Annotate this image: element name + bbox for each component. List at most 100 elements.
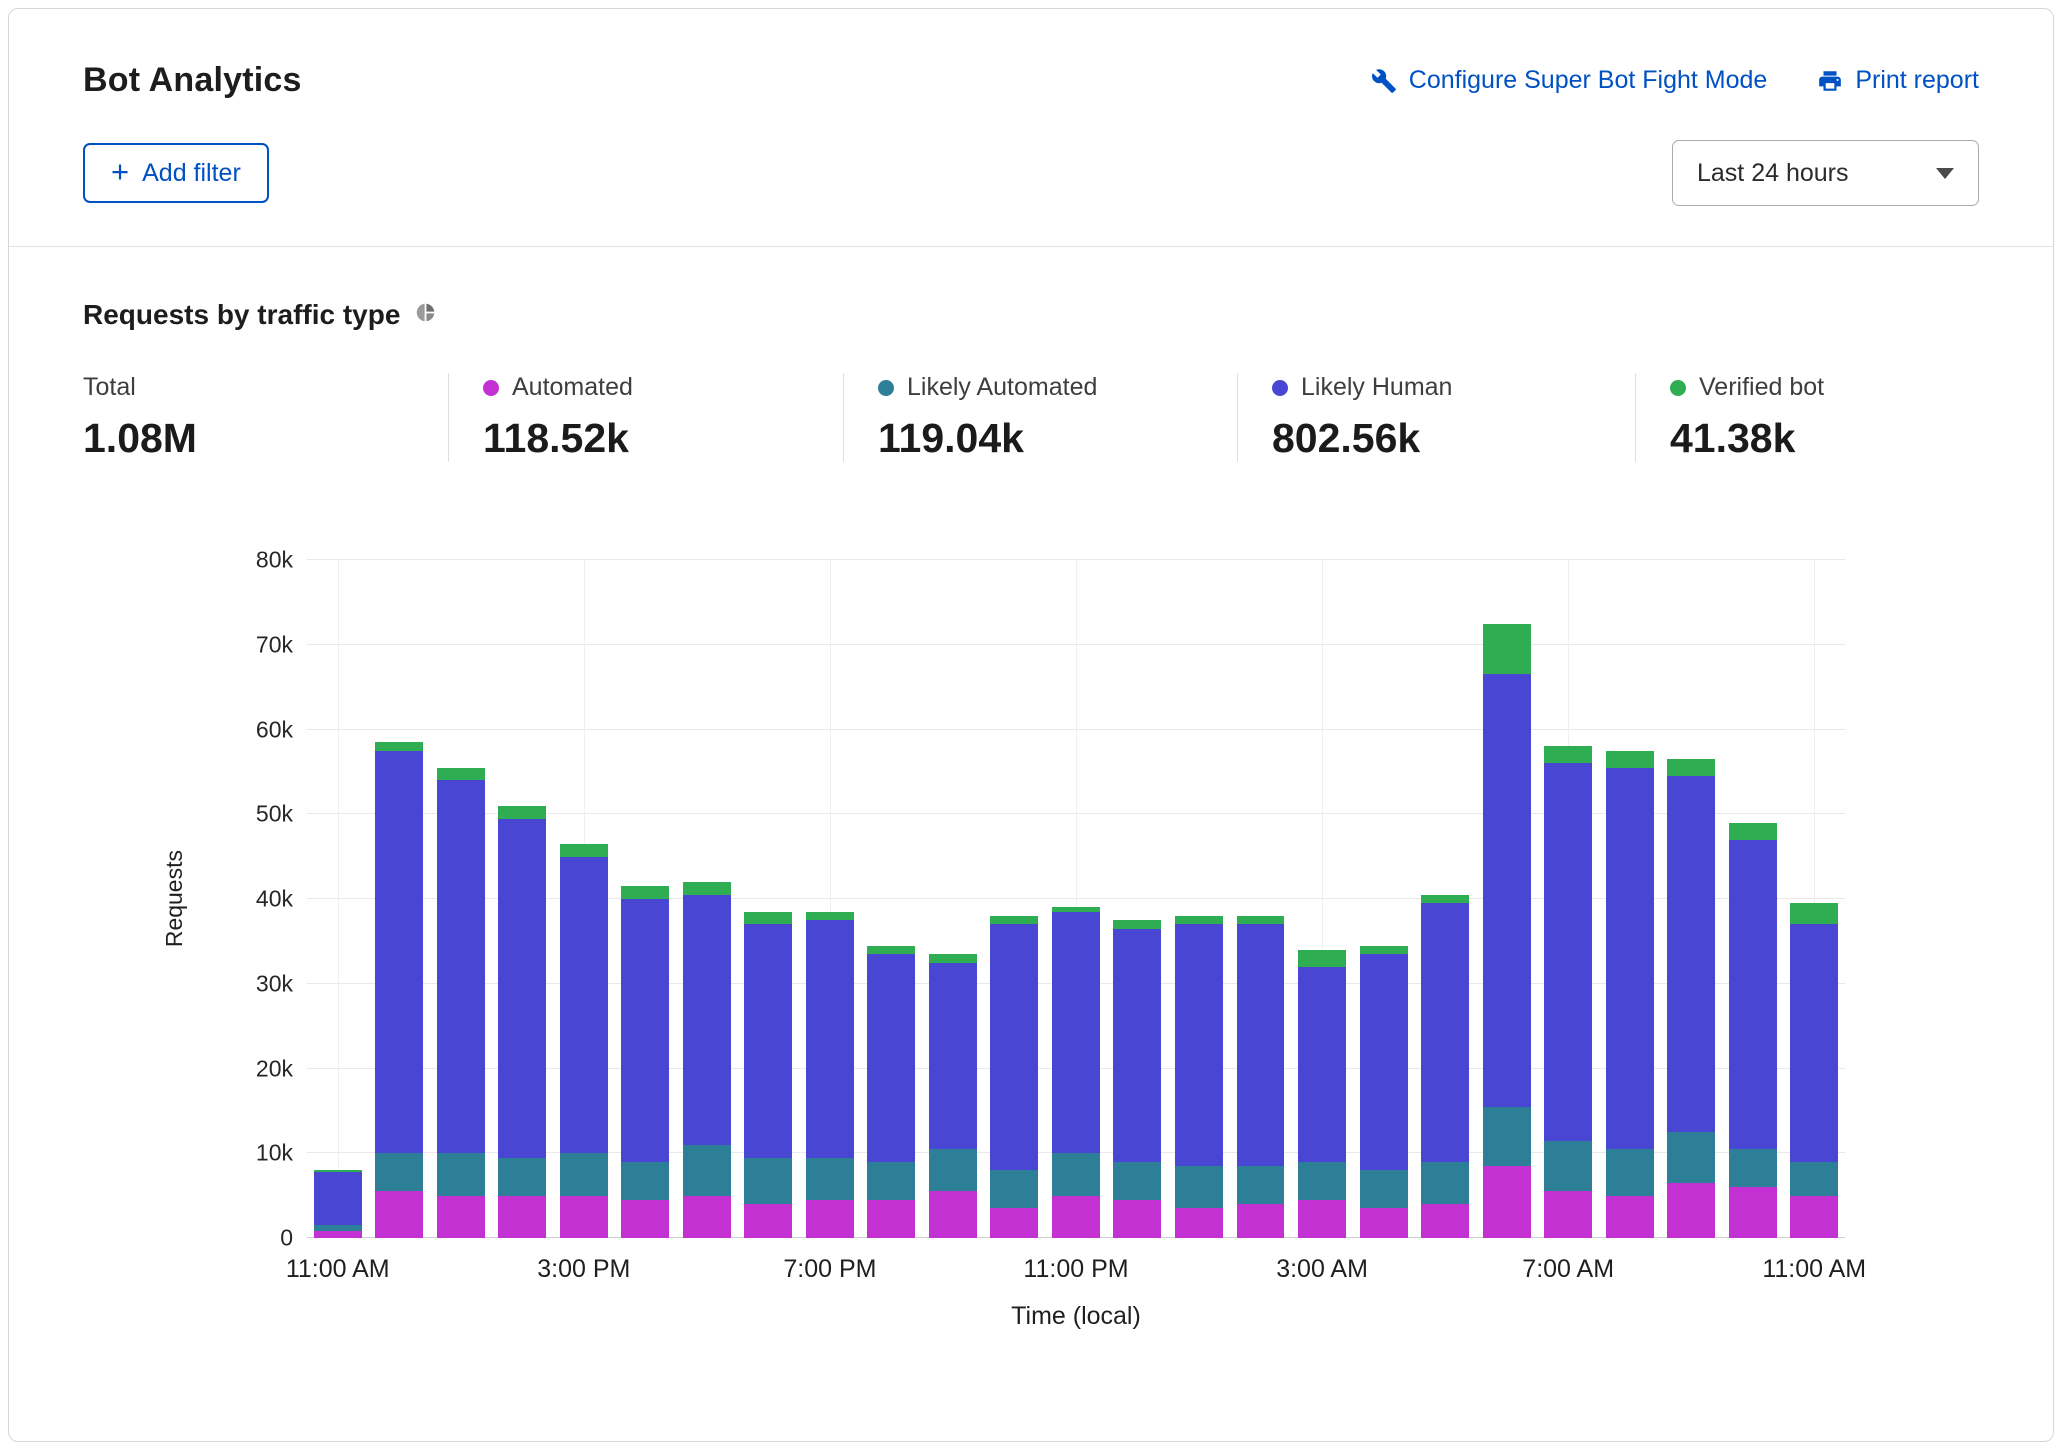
stacked-bar-23 [1729,560,1777,1238]
time-range-select[interactable]: Last 24 hours [1672,140,1979,206]
stat-likely-automated-value: 119.04k [878,415,1217,462]
bar-segment [806,912,854,920]
bar-segment [437,768,485,781]
stacked-bar-21 [1606,560,1654,1238]
bar-segment [990,1208,1038,1238]
bar-segment [744,1158,792,1205]
bar-segment [1729,840,1777,1149]
bar-segment [1360,1170,1408,1208]
bar-slot [1230,560,1292,1238]
bar-segment [1790,1196,1838,1238]
stacked-bar-13 [1113,560,1161,1238]
bar-slot [1414,560,1476,1238]
bar-segment [1421,1162,1469,1204]
bar-slot [1045,560,1107,1238]
bar-segment [1237,924,1285,1166]
bar-segment [1113,929,1161,1162]
bar-segment [498,819,546,1158]
y-tick-label: 10k [256,1140,293,1167]
y-axis-labels: 010k20k30k40k50k60k70k80k [157,560,293,1238]
x-tick-label: 11:00 AM [286,1255,390,1284]
bar-segment [806,1158,854,1200]
bar-segment [1729,1187,1777,1238]
bar-segment [1544,1141,1592,1192]
automated-legend-dot [483,380,499,396]
stat-verified-bot-label: Verified bot [1699,373,1824,402]
bar-segment [867,1200,915,1238]
bar-segment [1360,954,1408,1170]
stacked-bar-15 [1237,560,1285,1238]
stat-total-value: 1.08M [83,415,428,462]
bar-slot [1537,560,1599,1238]
print-report-link[interactable]: Print report [1817,66,1979,95]
bar-segment [1606,1196,1654,1238]
bar-segment [1052,1153,1100,1195]
add-filter-button[interactable]: + Add filter [83,143,269,203]
stacked-bar-3 [498,560,546,1238]
bar-segment [1667,1183,1715,1238]
bar-segment [621,886,669,899]
x-tick-label: 11:00 AM [1762,1255,1866,1284]
bar-segment [1237,1204,1285,1238]
add-filter-label: Add filter [142,159,241,188]
bot-analytics-card: Bot Analytics Configure Super Bot Fight … [8,8,2054,1442]
bar-segment [1360,1208,1408,1238]
bar-segment [990,924,1038,1170]
bar-segment [683,882,731,895]
bar-segment [929,963,977,1149]
bar-segment [1667,759,1715,776]
bar-segment [1544,746,1592,763]
x-tick-label: 7:00 AM [1522,1255,1614,1284]
bar-segment [1360,946,1408,954]
bar-segment [621,1162,669,1200]
stacked-bar-24 [1790,560,1838,1238]
stacked-bar-1 [375,560,423,1238]
bar-segment [744,912,792,925]
bar-segment [744,924,792,1157]
bar-segment [1175,924,1223,1166]
bar-segment [1544,763,1592,1140]
bar-segment [1175,1166,1223,1208]
stacked-bar-5 [621,560,669,1238]
bar-slot [1168,560,1230,1238]
stacked-bar-18 [1421,560,1469,1238]
bar-segment [1421,895,1469,903]
bar-slot [1660,560,1722,1238]
stacked-bar-16 [1298,560,1346,1238]
bar-slot [1476,560,1538,1238]
y-tick-label: 0 [280,1225,293,1252]
bar-segment [314,1172,362,1225]
printer-icon [1817,68,1843,94]
bar-slot [1599,560,1661,1238]
bar-segment [1606,751,1654,768]
requests-section: Requests by traffic type Total 1.08M Aut… [9,247,2053,1342]
header: Bot Analytics Configure Super Bot Fight … [9,9,2053,246]
bar-segment [1175,916,1223,924]
stat-automated: Automated 118.52k [448,373,843,462]
bar-slot [615,560,677,1238]
bar-segment [683,1145,731,1196]
chevron-down-icon [1936,168,1954,179]
stat-likely-automated-label: Likely Automated [907,373,1097,402]
stacked-bar-7 [744,560,792,1238]
bar-segment [375,751,423,1154]
bar-segment [1790,903,1838,924]
stat-likely-human-label: Likely Human [1301,373,1452,402]
bar-segment [1052,912,1100,1154]
section-title: Requests by traffic type [83,299,400,331]
stacked-bar-11 [990,560,1038,1238]
configure-super-bot-fight-mode-link[interactable]: Configure Super Bot Fight Mode [1371,66,1768,95]
bar-segment [375,1191,423,1238]
bar-segment [1729,1149,1777,1187]
bar-segment [1483,1166,1531,1238]
bar-segment [498,1158,546,1196]
bar-segment [560,1196,608,1238]
time-range-value: Last 24 hours [1697,159,1849,188]
bar-segment [1298,1162,1346,1200]
bar-segment [1298,967,1346,1162]
bar-slot [307,560,369,1238]
bar-segment [1113,920,1161,928]
x-axis-title: Time (local) [307,1302,1845,1331]
bar-segment [437,1196,485,1238]
x-tick-label: 7:00 PM [783,1255,876,1284]
